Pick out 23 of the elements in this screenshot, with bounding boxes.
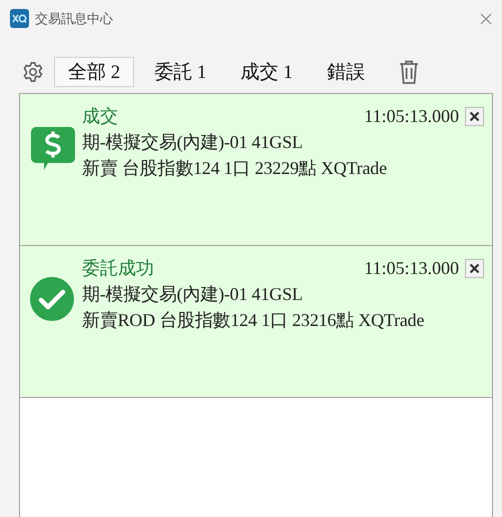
trash-icon[interactable] <box>398 60 419 84</box>
settings-icon[interactable] <box>22 61 44 83</box>
message-text: 新賣ROD 台股指數124 1口 23216點 XQTrade <box>82 309 426 332</box>
tab[interactable]: 錯誤 <box>312 57 379 87</box>
close-button[interactable] <box>465 106 484 126</box>
close-icon[interactable] <box>480 12 492 24</box>
window-title: 交易訊息中心 <box>35 10 113 28</box>
message-time: 11:05:13.000 <box>364 105 459 128</box>
tab[interactable]: 成交 1 <box>226 57 307 87</box>
close-button[interactable] <box>465 258 484 278</box>
message-time: 11:05:13.000 <box>364 257 459 280</box>
close-icon <box>469 262 480 274</box>
message-text: 期-模擬交易(內建)-01 41GSL <box>82 131 304 154</box>
tab[interactable]: 委託 1 <box>140 57 220 87</box>
close-icon <box>469 110 480 122</box>
message-text: 新賣 台股指數124 1口 23229點 XQTrade <box>82 157 388 180</box>
message-title: 委託成功 <box>82 257 155 280</box>
app-logo-icon <box>10 9 29 28</box>
tab[interactable]: 全部 2 <box>54 57 134 87</box>
message-text: 期-模擬交易(內建)-01 41GSL <box>82 283 304 306</box>
check-circle-icon <box>30 277 74 321</box>
dollar-chat-icon <box>30 125 76 171</box>
message-title: 成交 <box>82 105 119 128</box>
